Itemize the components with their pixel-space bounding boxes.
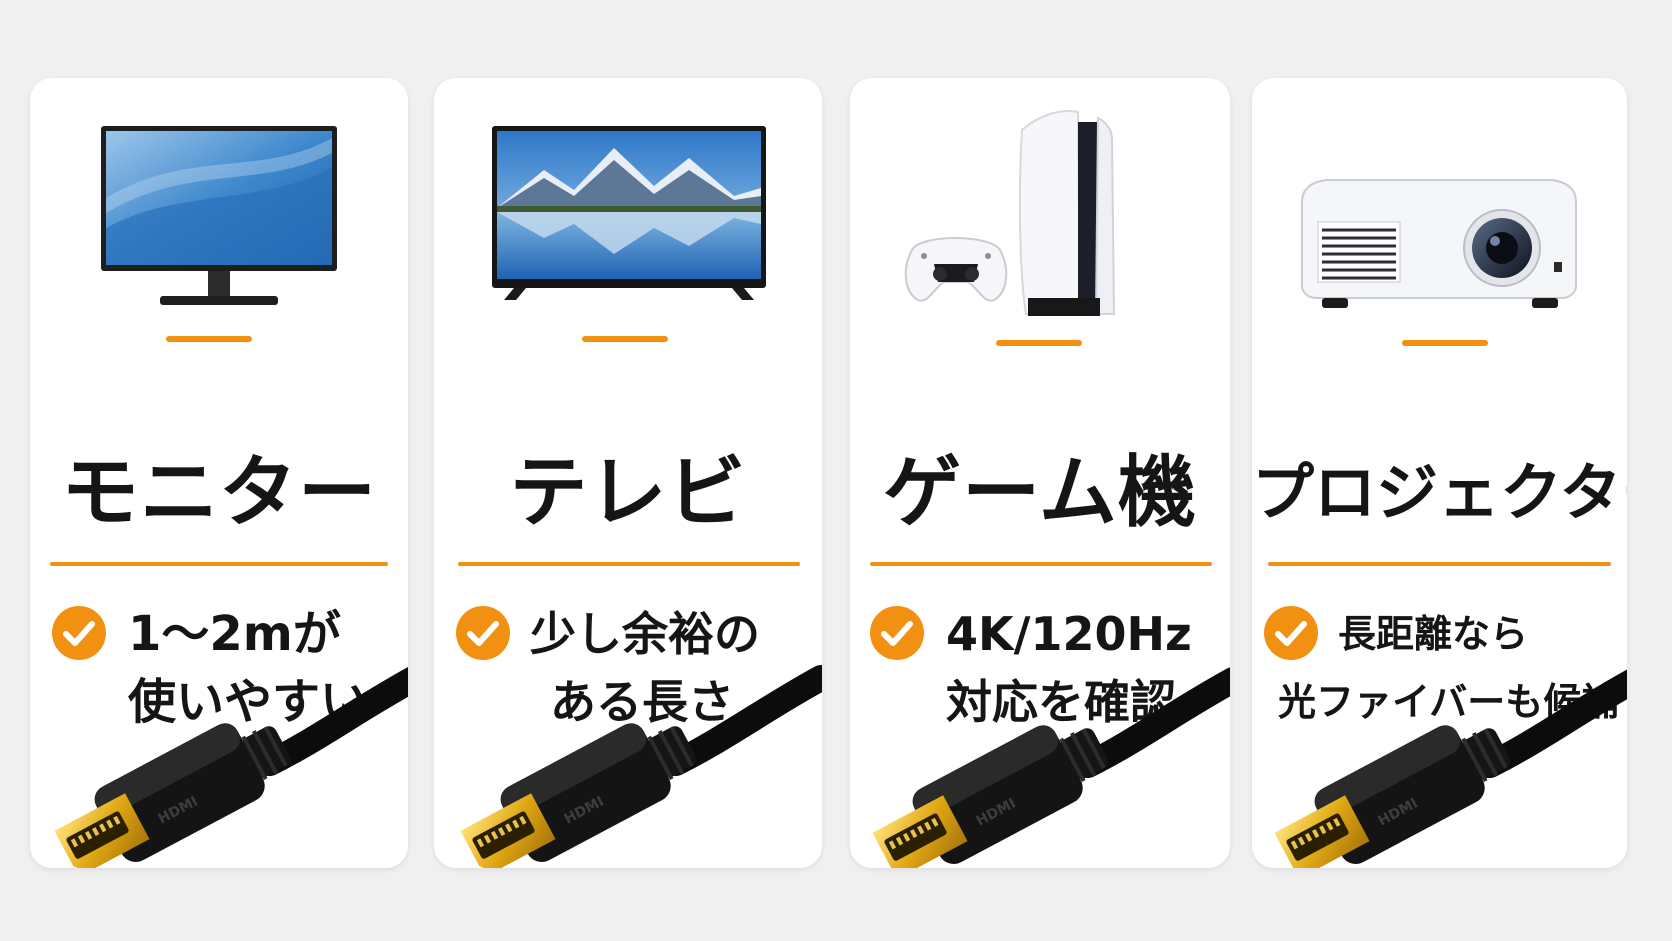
card-tv[interactable]: テレビ 少し余裕の ある長さ HDMI [434,78,822,868]
hdmi-cable-icon: HDMI [1252,78,1627,868]
hdmi-cable-icon: HDMI [434,78,822,868]
card-monitor[interactable]: モニター 1〜2mが 使いやすい HDMI [30,78,408,868]
hdmi-cable-icon: HDMI [850,78,1230,868]
cards-container: モニター 1〜2mが 使いやすい HDMI テレビ 少し余裕の ある長さ HDM… [0,0,1672,941]
hdmi-cable-icon: HDMI [30,78,408,868]
card-projector[interactable]: プロジェクター 長距離なら 光ファイバーも候補 HDMI [1252,78,1627,868]
card-game-console[interactable]: ゲーム機 4K/120Hz 対応を確認 HDMI [850,78,1230,868]
